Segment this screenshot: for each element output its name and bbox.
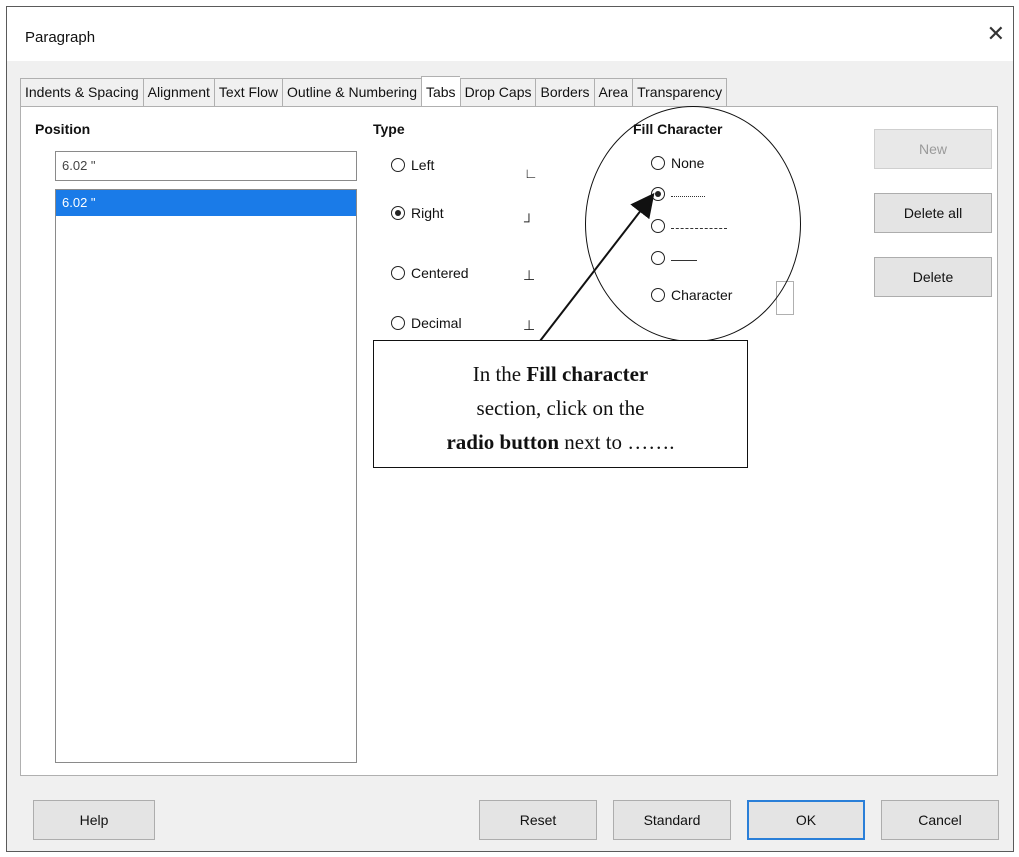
- right-tab-icon: ┘: [524, 213, 534, 229]
- fill-none-radio[interactable]: [651, 156, 665, 170]
- tab-alignment[interactable]: Alignment: [142, 78, 214, 107]
- type-left-radio[interactable]: [391, 158, 405, 172]
- tab-borders[interactable]: Borders: [535, 78, 594, 107]
- type-centered-radio[interactable]: [391, 266, 405, 280]
- tab-transparency[interactable]: Transparency: [632, 78, 728, 107]
- fill-character-option[interactable]: Character: [651, 287, 732, 303]
- tab-outline-numbering[interactable]: Outline & Numbering: [282, 78, 421, 107]
- type-centered-option[interactable]: Centered: [391, 265, 469, 281]
- callout-text-3: next to …….: [559, 430, 675, 454]
- fill-underline-option[interactable]: [651, 251, 697, 265]
- fill-none-option[interactable]: None: [651, 155, 704, 171]
- dotted-fill-sample: [671, 192, 705, 197]
- new-button[interactable]: New: [874, 129, 992, 169]
- tab-indents-spacing[interactable]: Indents & Spacing: [20, 78, 143, 107]
- type-right-label: Right: [411, 205, 444, 221]
- fill-underline-radio[interactable]: [651, 251, 665, 265]
- center-tab-icon: ⊥: [523, 267, 536, 283]
- type-right-radio[interactable]: [391, 206, 405, 220]
- callout-bold-1: Fill character: [526, 362, 649, 386]
- fill-character-label: Character: [671, 287, 733, 303]
- fill-dashed-option[interactable]: [651, 219, 727, 233]
- position-input[interactable]: 6.02 ": [55, 151, 357, 181]
- fill-dotted-option[interactable]: [651, 187, 705, 201]
- ok-button[interactable]: OK: [747, 800, 865, 840]
- type-centered-label: Centered: [411, 265, 469, 281]
- fill-character-header: Fill Character: [633, 121, 723, 137]
- type-header: Type: [373, 121, 405, 137]
- callout-text-2: section, click on the: [476, 396, 645, 420]
- underline-fill-sample: [671, 256, 697, 261]
- tab-area[interactable]: Area: [593, 78, 633, 107]
- tab-tabs[interactable]: Tabs: [420, 76, 460, 107]
- tab-drop-caps[interactable]: Drop Caps: [459, 78, 536, 107]
- position-list[interactable]: 6.02 ": [55, 189, 357, 763]
- callout-bold-2: radio button: [446, 430, 560, 454]
- close-icon[interactable]: ✕: [987, 21, 1005, 47]
- dialog-title: Paragraph: [25, 29, 96, 46]
- type-left-label: Left: [411, 157, 435, 173]
- delete-all-button[interactable]: Delete all: [874, 193, 992, 233]
- fill-none-label: None: [671, 155, 705, 171]
- dashed-fill-sample: [671, 224, 727, 229]
- left-tab-icon: ∟: [524, 165, 538, 181]
- help-button[interactable]: Help: [33, 800, 155, 840]
- instruction-callout: In the Fill character section, click on …: [373, 340, 748, 468]
- type-decimal-label: Decimal: [411, 315, 462, 331]
- delete-button[interactable]: Delete: [874, 257, 992, 297]
- fill-dashed-radio[interactable]: [651, 219, 665, 233]
- tab-text-flow[interactable]: Text Flow: [213, 78, 283, 107]
- decimal-tab-icon: ⊥: [523, 317, 536, 333]
- fill-dotted-radio[interactable]: [651, 187, 665, 201]
- type-decimal-option[interactable]: Decimal: [391, 315, 462, 331]
- position-header: Position: [35, 121, 91, 137]
- callout-text-1: In the: [472, 362, 527, 386]
- reset-button[interactable]: Reset: [479, 800, 597, 840]
- standard-button[interactable]: Standard: [613, 800, 731, 840]
- title-bar: Paragraph ✕: [7, 7, 1013, 61]
- type-decimal-radio[interactable]: [391, 316, 405, 330]
- type-right-option[interactable]: Right: [391, 205, 444, 221]
- type-left-option[interactable]: Left: [391, 157, 434, 173]
- tab-strip: Indents & Spacing Alignment Text Flow Ou…: [20, 76, 728, 107]
- cancel-button[interactable]: Cancel: [881, 800, 999, 840]
- fill-character-radio[interactable]: [651, 288, 665, 302]
- fill-character-input[interactable]: [776, 281, 794, 315]
- position-list-item[interactable]: 6.02 ": [56, 190, 356, 216]
